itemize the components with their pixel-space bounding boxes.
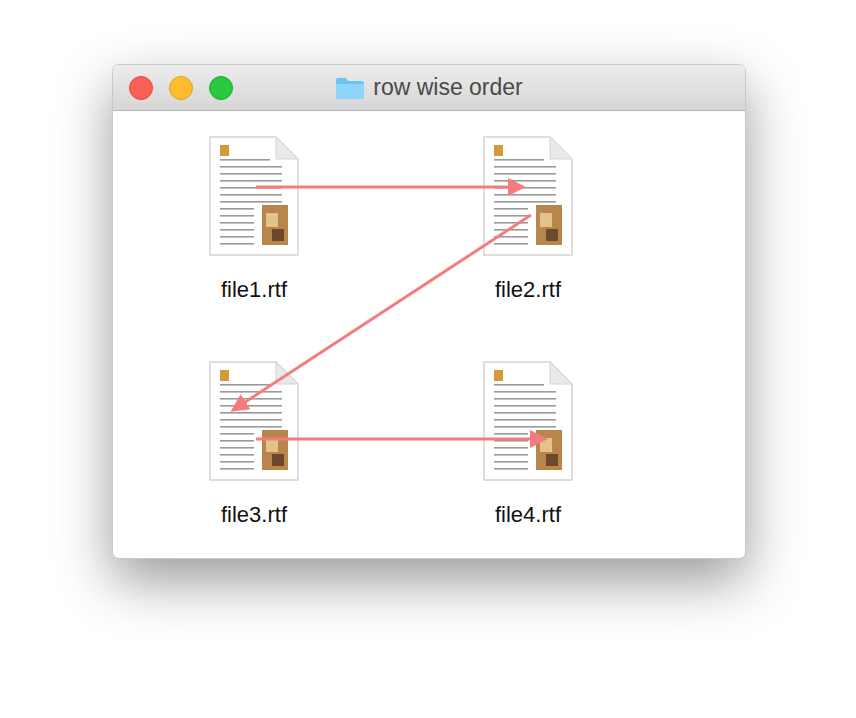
title-bar[interactable]: row wise order bbox=[113, 65, 745, 111]
arrow-icon bbox=[233, 215, 531, 410]
window-controls bbox=[129, 76, 233, 100]
file-item[interactable]: file3.rtf bbox=[117, 360, 391, 528]
file-item[interactable]: file4.rtf bbox=[391, 360, 665, 528]
zoom-button[interactable] bbox=[209, 76, 233, 100]
finder-window: row wise order file1.rtf file2.rtf file3.rt… bbox=[112, 64, 746, 559]
file-item[interactable]: file1.rtf bbox=[117, 135, 391, 303]
file-name[interactable]: file3.rtf bbox=[221, 502, 287, 528]
file-name[interactable]: file2.rtf bbox=[495, 277, 561, 303]
document-icon[interactable] bbox=[208, 360, 300, 482]
order-arrows bbox=[113, 111, 745, 558]
window-title: row wise order bbox=[335, 74, 523, 101]
arrow-icon bbox=[256, 186, 523, 189]
file-name[interactable]: file1.rtf bbox=[221, 277, 287, 303]
close-button[interactable] bbox=[129, 76, 153, 100]
file-name[interactable]: file4.rtf bbox=[495, 502, 561, 528]
file-grid: file1.rtf file2.rtf file3.rtf file4.rtf bbox=[113, 111, 745, 558]
arrow-icon bbox=[256, 438, 545, 441]
document-icon[interactable] bbox=[208, 135, 300, 257]
folder-icon bbox=[335, 76, 365, 100]
minimize-button[interactable] bbox=[169, 76, 193, 100]
desktop: row wise order file1.rtf file2.rtf file3.rt… bbox=[0, 0, 856, 718]
document-icon[interactable] bbox=[482, 360, 574, 482]
document-icon[interactable] bbox=[482, 135, 574, 257]
file-item[interactable]: file2.rtf bbox=[391, 135, 665, 303]
